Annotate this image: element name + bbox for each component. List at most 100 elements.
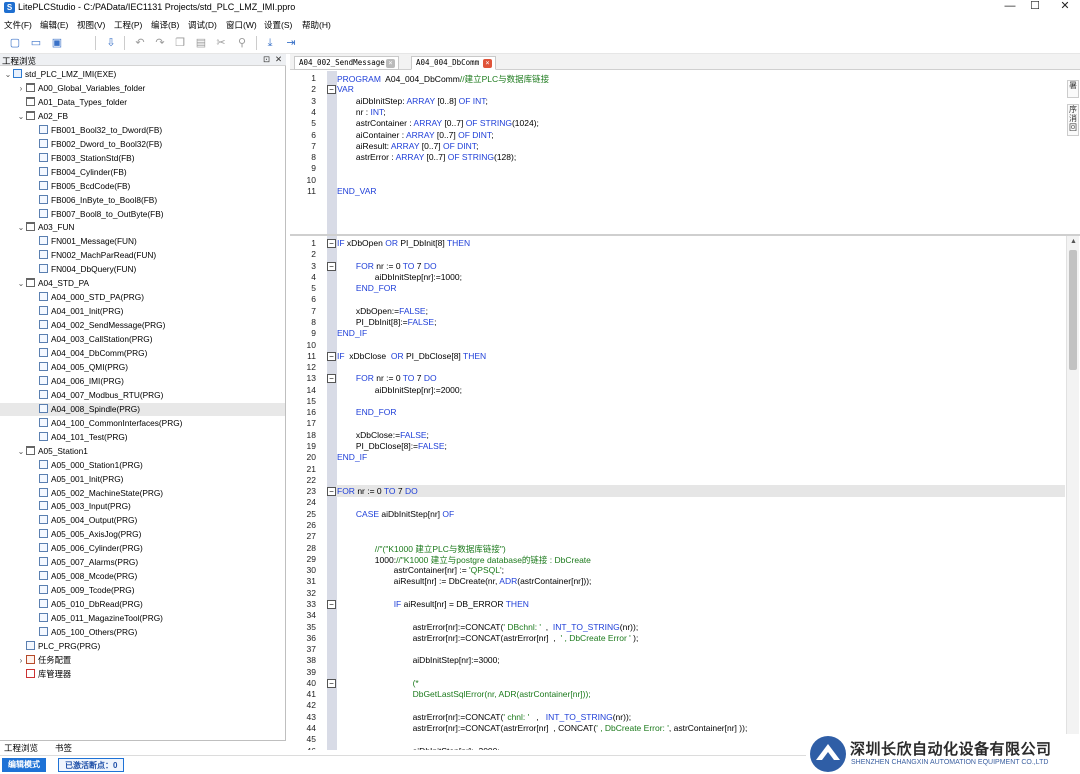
tree-item[interactable]: ⌄ A03_FUN bbox=[0, 221, 285, 234]
chevron-down-icon[interactable]: ⌄ bbox=[3, 68, 13, 81]
tree-item[interactable]: A05_000_Station1(PRG) bbox=[0, 459, 285, 472]
menu-file[interactable]: 文件(F) bbox=[4, 19, 32, 31]
menu-view[interactable]: 视图(V) bbox=[77, 19, 105, 31]
copy-icon[interactable]: ❐ bbox=[173, 36, 187, 50]
menu-help[interactable]: 帮助(H) bbox=[302, 19, 331, 31]
tree-item[interactable]: 库管理器 bbox=[0, 668, 285, 681]
chevron-down-icon[interactable]: ⌄ bbox=[16, 445, 26, 458]
tree-item[interactable]: A04_003_CallStation(PRG) bbox=[0, 333, 285, 346]
tree-item[interactable]: FB001_Bool32_to_Dword(FB) bbox=[0, 124, 285, 137]
download-icon[interactable]: ⤓ bbox=[263, 36, 277, 50]
tree-item[interactable]: › 任务配置 bbox=[0, 654, 285, 667]
chevron-right-icon[interactable]: › bbox=[16, 654, 26, 667]
menu-project[interactable]: 工程(P) bbox=[114, 19, 142, 31]
open-folder-icon[interactable]: ▭ bbox=[29, 36, 43, 50]
panel-close-icon[interactable]: ✕ bbox=[275, 54, 282, 65]
fold-toggle-icon[interactable]: − bbox=[327, 85, 336, 95]
save-icon[interactable]: ▣ bbox=[50, 36, 64, 50]
tree-item[interactable]: ⌄ A05_Station1 bbox=[0, 445, 285, 458]
tree-item-label: A04_007_Modbus_RTU(PRG) bbox=[51, 389, 164, 400]
tree-item[interactable]: A01_Data_Types_folder bbox=[0, 96, 285, 109]
fold-toggle-icon[interactable]: − bbox=[327, 599, 336, 609]
login-icon[interactable]: ⇥ bbox=[284, 36, 298, 50]
tree-item[interactable]: A04_008_Spindle(PRG) bbox=[0, 402, 285, 416]
menu-debug[interactable]: 调试(D) bbox=[188, 19, 217, 31]
scrollbar-thumb[interactable] bbox=[1069, 250, 1077, 370]
tree-item[interactable]: A04_100_CommonInterfaces(PRG) bbox=[0, 417, 285, 430]
tree-item[interactable]: A05_006_Cylinder(PRG) bbox=[0, 542, 285, 555]
tree-item[interactable]: ⌄ A04_STD_PA bbox=[0, 277, 285, 290]
close-button[interactable]: ✕ bbox=[1050, 0, 1080, 14]
fold-toggle-icon[interactable]: − bbox=[327, 487, 336, 497]
fold-toggle-icon[interactable]: − bbox=[327, 351, 336, 361]
tree-item[interactable]: A05_100_Others(PRG) bbox=[0, 626, 285, 639]
tree-item[interactable]: FB006_InByte_to_Bool8(FB) bbox=[0, 194, 285, 207]
tree-item[interactable]: A05_007_Alarms(PRG) bbox=[0, 556, 285, 569]
side-tab-mid[interactable]: 序消回 bbox=[1067, 104, 1079, 136]
vertical-scrollbar[interactable]: ▲ bbox=[1066, 236, 1079, 750]
paste-icon[interactable]: ▤ bbox=[194, 36, 208, 50]
tree-item[interactable]: A04_101_Test(PRG) bbox=[0, 431, 285, 444]
tree-item[interactable]: A05_010_DbRead(PRG) bbox=[0, 598, 285, 611]
search-icon[interactable]: ⚲ bbox=[235, 36, 249, 50]
tree-item[interactable]: FB002_Dword_to_Bool32(FB) bbox=[0, 138, 285, 151]
scroll-up-icon[interactable]: ▲ bbox=[1070, 238, 1077, 245]
code-editor[interactable]: 1− IF xDbOpen OR PI_DbInit[8] THEN 2 3− FOR… bbox=[290, 236, 1079, 750]
pin-icon[interactable]: ⊡ bbox=[263, 54, 270, 65]
tab-bookmarks[interactable]: 书签 bbox=[55, 742, 72, 754]
chevron-right-icon[interactable]: › bbox=[16, 82, 26, 95]
tree-item[interactable]: A05_011_MagazineTool(PRG) bbox=[0, 612, 285, 625]
new-file-icon[interactable]: ▢ bbox=[8, 36, 22, 50]
tree-item[interactable]: A04_004_DbComm(PRG) bbox=[0, 347, 285, 360]
file-icon bbox=[39, 585, 48, 595]
declaration-editor[interactable]: 1 PROGRAM A04_004_DbComm//建立PLC与数据库链接 2 − VA… bbox=[290, 71, 1066, 234]
tab-sendmessage[interactable]: A04_002_SendMessage × bbox=[294, 56, 399, 70]
fold-toggle-icon[interactable]: − bbox=[327, 374, 336, 384]
tree-item[interactable]: A05_009_Tcode(PRG) bbox=[0, 584, 285, 597]
tree-item[interactable]: ⌄ A02_FB bbox=[0, 110, 285, 123]
tree-item[interactable]: A04_002_SendMessage(PRG) bbox=[0, 319, 285, 332]
tab-dbcomm[interactable]: A04_004_DbComm × bbox=[411, 56, 496, 70]
tree-item[interactable]: PLC_PRG(PRG) bbox=[0, 640, 285, 653]
tree-item[interactable]: FN001_Message(FUN) bbox=[0, 235, 285, 248]
code-token: FOR bbox=[337, 486, 355, 497]
menu-edit[interactable]: 编辑(E) bbox=[40, 19, 68, 31]
cut-icon[interactable]: ✂ bbox=[214, 36, 228, 50]
tree-item[interactable]: A04_001_Init(PRG) bbox=[0, 305, 285, 318]
tree-item[interactable]: FN004_DbQuery(FUN) bbox=[0, 263, 285, 276]
maximize-button[interactable]: ☐ bbox=[1020, 0, 1050, 14]
menu-settings[interactable]: 设置(S) bbox=[264, 19, 292, 31]
fold-toggle-icon[interactable]: − bbox=[327, 678, 336, 688]
tree-item[interactable]: A05_003_Input(PRG) bbox=[0, 500, 285, 513]
tree-item[interactable]: FB005_BcdCode(FB) bbox=[0, 180, 285, 193]
tree-item[interactable]: A05_004_Output(PRG) bbox=[0, 514, 285, 527]
tree-item[interactable]: FB004_Cylinder(FB) bbox=[0, 166, 285, 179]
tree-item[interactable]: A04_007_Modbus_RTU(PRG) bbox=[0, 389, 285, 402]
menu-build[interactable]: 编译(B) bbox=[151, 19, 179, 31]
tree-item[interactable]: A05_008_Mcode(PRG) bbox=[0, 570, 285, 583]
undo-icon[interactable]: ↶ bbox=[133, 36, 147, 50]
tree-item[interactable]: ⌄ std_PLC_LMZ_IMI(EXE) bbox=[0, 68, 285, 81]
import-icon[interactable]: ⇩ bbox=[104, 36, 118, 50]
tree-item[interactable]: A04_006_IMI(PRG) bbox=[0, 375, 285, 388]
tab-close-icon[interactable]: × bbox=[386, 59, 395, 68]
tab-project-explorer[interactable]: 工程浏览 bbox=[4, 742, 38, 754]
chevron-down-icon[interactable]: ⌄ bbox=[16, 110, 26, 123]
chevron-down-icon[interactable]: ⌄ bbox=[16, 277, 26, 290]
tree-item[interactable]: A04_000_STD_PA(PRG) bbox=[0, 291, 285, 304]
tree-item[interactable]: FB007_Bool8_to_OutByte(FB) bbox=[0, 208, 285, 221]
redo-icon[interactable]: ↷ bbox=[153, 36, 167, 50]
menu-window[interactable]: 窗口(W) bbox=[226, 19, 257, 31]
tree-item[interactable]: A05_002_MachineState(PRG) bbox=[0, 487, 285, 500]
tree-item[interactable]: FB003_StationStd(FB) bbox=[0, 152, 285, 165]
chevron-down-icon[interactable]: ⌄ bbox=[16, 221, 26, 234]
tree-item[interactable]: › A00_Global_Variables_folder bbox=[0, 82, 285, 95]
tree-item[interactable]: A05_001_Init(PRG) bbox=[0, 473, 285, 486]
fold-toggle-icon[interactable]: − bbox=[327, 239, 336, 248]
tree-item[interactable]: A05_005_AxisJog(PRG) bbox=[0, 528, 285, 541]
tab-close-icon[interactable]: × bbox=[483, 59, 492, 68]
side-tab-top[interactable]: 暑 bbox=[1067, 80, 1079, 98]
tree-item[interactable]: FN002_MachParRead(FUN) bbox=[0, 249, 285, 262]
tree-item[interactable]: A04_005_QMI(PRG) bbox=[0, 361, 285, 374]
fold-toggle-icon[interactable]: − bbox=[327, 261, 336, 271]
